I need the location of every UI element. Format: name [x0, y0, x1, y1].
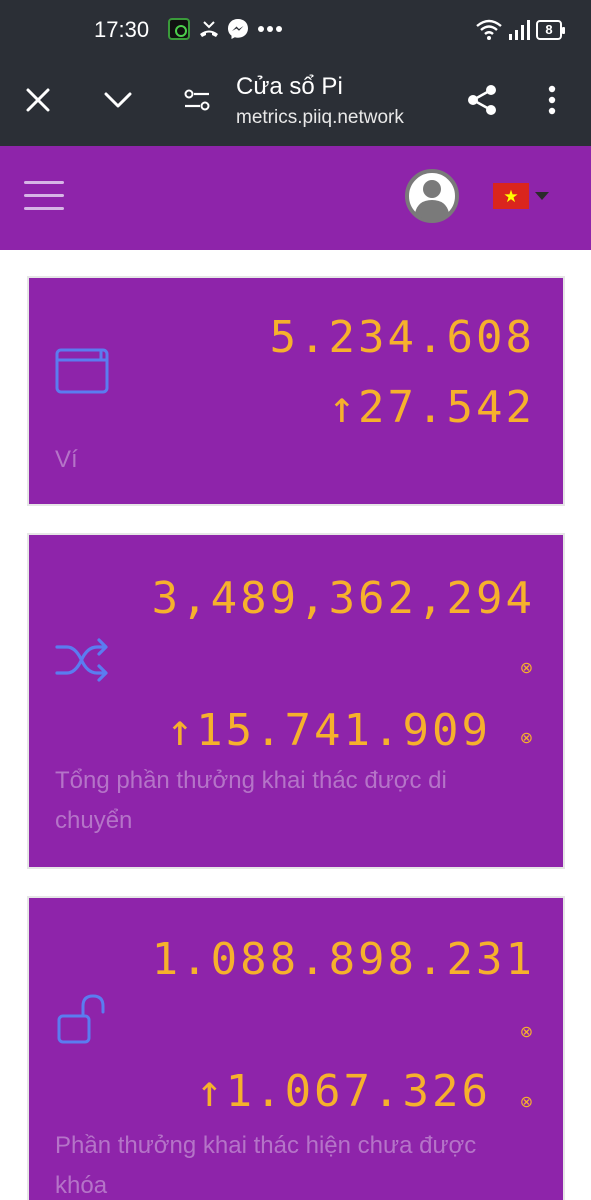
wallet-icon	[55, 348, 109, 394]
more-options-button[interactable]	[532, 80, 572, 120]
missed-call-icon	[200, 21, 218, 37]
wallet-label: Ví	[55, 446, 78, 473]
account-avatar-icon[interactable]	[404, 168, 460, 224]
page-title: Cửa sổ Pi	[236, 73, 343, 100]
share-icon	[468, 85, 496, 115]
circle-x-icon: ⊗	[519, 1094, 534, 1111]
shuffle-icon	[55, 638, 108, 682]
site-settings-button[interactable]	[177, 80, 217, 120]
unlocked-icon	[57, 994, 105, 1044]
unlocked-rewards-total: 1.088.898.231	[151, 934, 535, 985]
migrated-rewards-delta: ↑15.741.909	[166, 705, 491, 756]
site-settings-icon	[184, 89, 210, 111]
wallet-card: 5.234.608 ↑27.542 Ví	[27, 276, 565, 506]
page-url: metrics.piiq.network	[236, 107, 404, 128]
circle-x-icon: ⊗	[519, 660, 534, 677]
wallet-balance: 5.234.608	[269, 312, 535, 363]
vietnam-flag-icon[interactable]: ★	[493, 183, 529, 209]
unlocked-rewards-label: Phần thưởng khai thác hiện chưa được khó…	[55, 1132, 477, 1199]
signal-icon	[509, 20, 530, 40]
wifi-icon	[476, 19, 502, 40]
browser-toolbar: Cửa sổ Pi metrics.piiq.network	[0, 60, 591, 146]
clock: 17:30	[94, 17, 150, 42]
minimize-button[interactable]	[98, 80, 138, 120]
app-header: ★	[0, 146, 591, 250]
circle-x-icon: ⊗	[519, 1024, 534, 1041]
close-icon	[26, 88, 50, 112]
messenger-icon	[228, 19, 248, 39]
circle-x-icon: ⊗	[519, 730, 534, 747]
flag-star: ★	[503, 186, 519, 206]
close-tab-button[interactable]	[18, 80, 58, 120]
wallet-delta: ↑27.542	[328, 382, 535, 433]
battery-icon: 8	[536, 20, 565, 40]
share-button[interactable]	[462, 80, 502, 120]
language-dropdown-caret-icon[interactable]	[535, 192, 549, 200]
app-notification-icon	[168, 18, 190, 40]
more-vert-icon	[548, 85, 556, 115]
system-status-bar: 17:30 8	[0, 0, 591, 60]
unlocked-rewards-delta: ↑1.067.326	[196, 1066, 491, 1117]
more-notifications-icon	[258, 26, 282, 32]
migrated-rewards-card: 3,489,362,294 ⊗ ↑15.741.909 ⊗ Tổng phần …	[27, 533, 565, 869]
hamburger-menu-icon[interactable]	[24, 181, 66, 213]
chevron-down-icon	[104, 92, 132, 108]
migrated-rewards-total: 3,489,362,294	[151, 573, 535, 624]
unlocked-rewards-card: 1.088.898.231 ⊗ ↑1.067.326 ⊗ Phần thưởng…	[27, 896, 565, 1200]
migrated-rewards-label: Tổng phần thưởng khai thác được di chuyể…	[55, 767, 447, 834]
